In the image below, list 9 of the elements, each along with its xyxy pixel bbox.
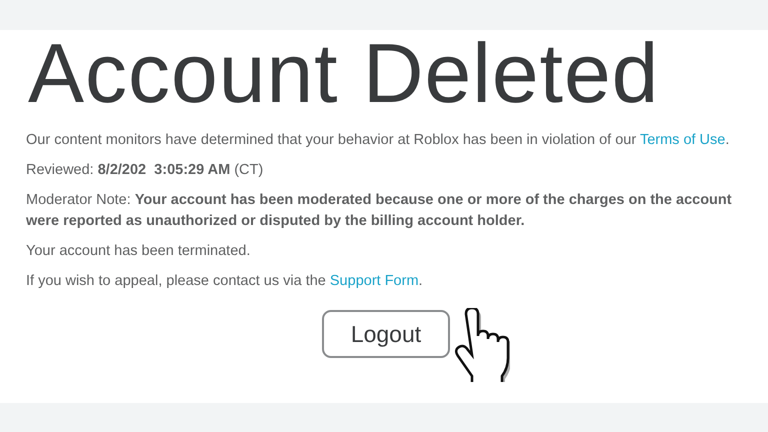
logout-button[interactable]: Logout xyxy=(322,310,450,358)
text-link[interactable]: Support Form xyxy=(330,273,419,289)
message-text: Your account has been terminated. xyxy=(26,242,252,261)
message-text: If you wish to appeal, please contact us via the Support Form. xyxy=(26,272,424,291)
page-title: Account Deleted xyxy=(28,28,660,118)
message-text: Moderator Note: Your account has been moderated because one or more of the charges on the account were reported as unauthorized or disputed by the billing account holder. xyxy=(26,191,733,231)
message-text: Our content monitors have determined that your behavior at Roblox has been in violation of our Terms of Use. xyxy=(26,131,730,150)
message-text: Reviewed: 8/2/202 3:05:29 AM (CT) xyxy=(26,161,264,180)
text-link[interactable]: Terms of Use xyxy=(640,132,726,148)
